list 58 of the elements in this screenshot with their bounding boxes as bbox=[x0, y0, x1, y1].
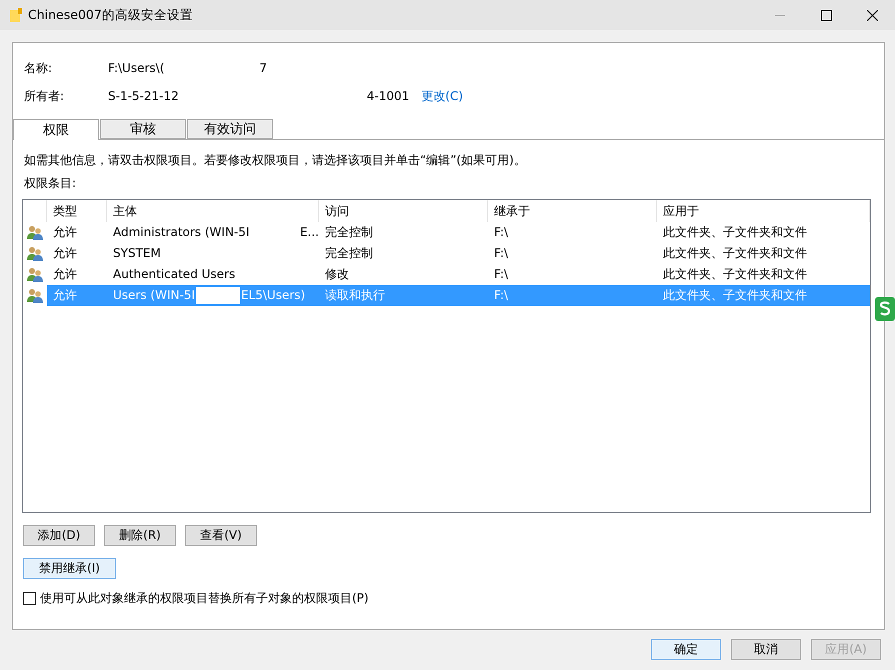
table-cell-text: F:\ bbox=[493, 245, 510, 262]
users-icon bbox=[27, 246, 43, 261]
disable-inheritance-button[interactable]: 禁用继承(I) bbox=[23, 558, 116, 579]
tab[interactable]: 权限 bbox=[13, 119, 99, 140]
users-icon bbox=[27, 225, 43, 240]
principal-text: SYSTEM bbox=[113, 245, 161, 262]
table-cell-text: 完全控制 bbox=[324, 245, 374, 262]
principal-text: EL5\Users) bbox=[240, 287, 306, 304]
entries-label: 权限条目: bbox=[24, 175, 78, 192]
permission-row[interactable]: 允许 SYSTEM 完全控制 F:\ 此文件夹、子文件夹和文件 bbox=[23, 243, 870, 264]
folder-icon bbox=[10, 8, 22, 22]
owner-value: 4-1001 bbox=[366, 89, 410, 103]
window-title: Chinese007的高级安全设置 bbox=[28, 6, 194, 24]
users-icon bbox=[27, 267, 43, 282]
table-cell-text: 此文件夹、子文件夹和文件 bbox=[662, 266, 808, 283]
action-button[interactable]: 查看(V) bbox=[185, 525, 257, 546]
column-header[interactable]: 访问 bbox=[319, 200, 488, 222]
table-cell: 此文件夹、子文件夹和文件 bbox=[657, 285, 870, 306]
permission-row[interactable]: 允许 Authenticated Users 修改 F:\ 此文件夹、子文件夹和文件 bbox=[23, 264, 870, 285]
principal-text: Authenticated Users bbox=[113, 266, 236, 283]
action-button[interactable]: 删除(R) bbox=[104, 525, 176, 546]
close-icon[interactable] bbox=[866, 10, 878, 20]
change-link[interactable]: 更改(C) bbox=[421, 88, 464, 104]
table-cell-text: 此文件夹、子文件夹和文件 bbox=[662, 245, 808, 262]
tab[interactable]: 有效访问 bbox=[187, 119, 273, 139]
field-label: 所有者: bbox=[24, 88, 66, 104]
maximize-icon[interactable] bbox=[820, 10, 832, 20]
table-cell-text: 此文件夹、子文件夹和文件 bbox=[662, 224, 808, 241]
owner-value: S-1-5-21-12 bbox=[108, 89, 179, 103]
dialog-button[interactable]: 确定 bbox=[651, 639, 721, 660]
table-cell-text: 完全控制 bbox=[324, 224, 374, 241]
column-header[interactable]: 类型 bbox=[47, 200, 107, 222]
column-header[interactable]: 继承于 bbox=[488, 200, 657, 222]
dialog-button[interactable]: 取消 bbox=[731, 639, 801, 660]
name-value: 7 bbox=[259, 61, 268, 75]
column-header[interactable]: 应用于 bbox=[657, 200, 870, 222]
table-cell-text: 允许 bbox=[52, 245, 78, 262]
users-icon bbox=[27, 288, 43, 303]
tab[interactable]: 审核 bbox=[100, 119, 186, 139]
floating-app-icon[interactable] bbox=[875, 297, 895, 321]
principal-text: E... bbox=[300, 224, 319, 241]
info-text: 如需其他信息，请双击权限项目。若要修改权限项目，请选择该项目并单击“编辑”(如果可用)。 bbox=[24, 152, 527, 169]
field-label: 名称: bbox=[24, 60, 54, 76]
table-cell-text: F:\ bbox=[493, 224, 510, 241]
replace-checkbox[interactable]: 使用可从此对象继承的权限项目替换所有子对象的权限项目(P) bbox=[23, 590, 884, 607]
action-button[interactable]: 添加(D) bbox=[23, 525, 95, 546]
principal-text: Administrators (WIN-5I bbox=[113, 224, 250, 241]
name-value: F:\Users\( bbox=[108, 61, 164, 75]
column-header[interactable]: 主体 bbox=[107, 200, 319, 222]
table-cell: F:\ bbox=[488, 285, 657, 306]
table-cell-text: 修改 bbox=[324, 266, 350, 283]
table-cell-text: 允许 bbox=[52, 224, 78, 241]
table-cell-text: F:\ bbox=[493, 266, 510, 283]
principal-text: Users (WIN-5I bbox=[113, 287, 195, 304]
permission-row[interactable]: 允许 Administrators (WIN-5I E... 完全控制 F:\ 此文件夹、子文件夹和文件 bbox=[23, 222, 870, 243]
table-cell: 允许 bbox=[47, 285, 107, 306]
table-cell: 读取和执行 bbox=[319, 285, 488, 306]
table-cell-text: 允许 bbox=[52, 266, 78, 283]
